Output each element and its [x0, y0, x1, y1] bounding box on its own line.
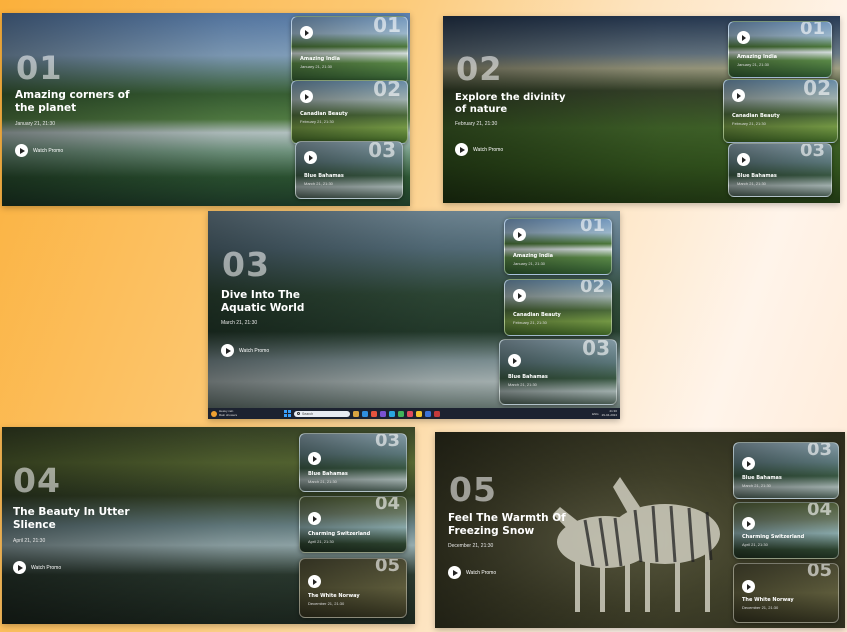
- app-icon[interactable]: [398, 410, 404, 417]
- play-icon[interactable]: [737, 31, 750, 44]
- app-icon[interactable]: [380, 410, 386, 417]
- taskbar-search[interactable]: Search: [294, 410, 350, 417]
- chrome-icon[interactable]: [371, 410, 377, 417]
- watch-promo-button[interactable]: Watch Promo: [455, 143, 503, 156]
- play-icon[interactable]: [308, 575, 321, 588]
- play-icon: [221, 344, 234, 357]
- slide-title: Explore the divinity of nature: [455, 92, 566, 115]
- weather-widget[interactable]: Heavy rain Rain showers: [211, 409, 271, 417]
- slide-title: Amazing corners of the planet: [15, 89, 130, 114]
- app-icon[interactable]: [425, 410, 431, 417]
- slide-date: December 21, 21:30: [448, 543, 494, 549]
- slide-number: 04: [13, 461, 61, 500]
- system-tray[interactable]: ENG 21:30 29-04-2024: [592, 409, 617, 417]
- watch-promo-button[interactable]: Watch Promo: [448, 566, 496, 579]
- slide-title: Feel The Warmth Of Freezing Snow: [448, 512, 566, 537]
- play-icon[interactable]: [300, 26, 313, 39]
- slide-screenshot-4: 04 The Beauty In Utter Slience April 21,…: [2, 427, 415, 624]
- play-icon: [448, 566, 461, 579]
- card-charming-switzerland[interactable]: 04 Charming Switzerland April 21, 21:30: [733, 502, 839, 559]
- file-explorer-icon[interactable]: [353, 410, 359, 417]
- watch-promo-button[interactable]: Watch Promo: [13, 561, 61, 574]
- app-icon[interactable]: [407, 410, 413, 417]
- card-blue-bahamas[interactable]: 03 Blue Bahamas March 21, 21:30: [499, 339, 617, 405]
- card-blue-bahamas[interactable]: 03 Blue Bahamas March 21, 21:30: [295, 141, 403, 199]
- play-icon[interactable]: [732, 89, 745, 102]
- play-icon[interactable]: [308, 512, 321, 525]
- slide-title: Dive Into The Aquatic World: [221, 289, 305, 314]
- play-icon[interactable]: [508, 354, 521, 367]
- card-canadian-beauty[interactable]: 02 Canadian Beauty February 21, 21:30: [504, 279, 612, 336]
- card-amazing-india[interactable]: 01 Amazing India January 21, 21:30: [291, 16, 408, 84]
- slide-screenshot-1: 01 Amazing corners of the planet January…: [2, 13, 410, 206]
- card-amazing-india[interactable]: 01 Amazing India January 21, 21:30: [504, 218, 612, 275]
- card-blue-bahamas[interactable]: 03 Blue Bahamas March 21, 21:30: [733, 442, 839, 499]
- play-icon[interactable]: [513, 289, 526, 302]
- slide-number: 05: [449, 470, 497, 509]
- app-icon[interactable]: [434, 410, 440, 417]
- edge-icon[interactable]: [362, 410, 368, 417]
- card-canadian-beauty[interactable]: 02 Canadian Beauty February 21, 21:30: [291, 80, 408, 144]
- card-blue-bahamas[interactable]: 03 Blue Bahamas March 21, 21:30: [299, 433, 407, 492]
- play-icon[interactable]: [742, 517, 755, 530]
- play-icon[interactable]: [300, 90, 313, 103]
- card-blue-bahamas[interactable]: 03 Blue Bahamas March 21, 21:30: [728, 143, 832, 197]
- slide-screenshot-2: 02 Explore the divinity of nature Februa…: [443, 16, 840, 203]
- watch-promo-button[interactable]: Watch Promo: [221, 344, 269, 357]
- slide-date: April 21, 21:30: [13, 538, 46, 544]
- card-canadian-beauty[interactable]: 02 Canadian Beauty February 21, 21:30: [723, 79, 838, 143]
- slide-number: 03: [222, 245, 270, 284]
- card-amazing-india[interactable]: 01 Amazing India January 21, 21:30: [728, 21, 832, 78]
- slide-date: January 21, 21:30: [15, 121, 56, 127]
- play-icon[interactable]: [308, 452, 321, 465]
- slide-number: 01: [16, 49, 63, 87]
- play-icon[interactable]: [742, 457, 755, 470]
- play-icon[interactable]: [742, 580, 755, 593]
- slide-date: February 21, 21:30: [455, 121, 498, 127]
- search-icon: [297, 412, 300, 415]
- slide-title: The Beauty In Utter Slience: [13, 506, 130, 531]
- card-white-norway[interactable]: 05 The White Norway December 21, 21:30: [733, 563, 839, 623]
- play-icon[interactable]: [513, 228, 526, 241]
- weather-icon: [211, 410, 217, 417]
- windows-start-icon[interactable]: [284, 410, 291, 417]
- card-charming-switzerland[interactable]: 04 Charming Switzerland April 21, 21:30: [299, 496, 407, 553]
- play-icon: [13, 561, 26, 574]
- slide-number: 02: [456, 50, 503, 88]
- play-icon: [15, 144, 28, 157]
- slide-screenshot-3: 03 Dive Into The Aquatic World March 21,…: [208, 211, 620, 419]
- play-icon[interactable]: [737, 153, 750, 166]
- app-icon[interactable]: [416, 410, 422, 417]
- taskbar: Heavy rain Rain showers Search ENG 21:30…: [208, 408, 620, 419]
- watch-promo-button[interactable]: Watch Promo: [15, 144, 63, 157]
- play-icon[interactable]: [304, 151, 317, 164]
- vscode-icon[interactable]: [389, 410, 395, 417]
- card-white-norway[interactable]: 05 The White Norway December 21, 21:30: [299, 558, 407, 618]
- slide-screenshot-5: 05 Feel The Warmth Of Freezing Snow Dece…: [435, 432, 845, 628]
- slide-date: March 21, 21:30: [221, 320, 258, 326]
- play-icon: [455, 143, 468, 156]
